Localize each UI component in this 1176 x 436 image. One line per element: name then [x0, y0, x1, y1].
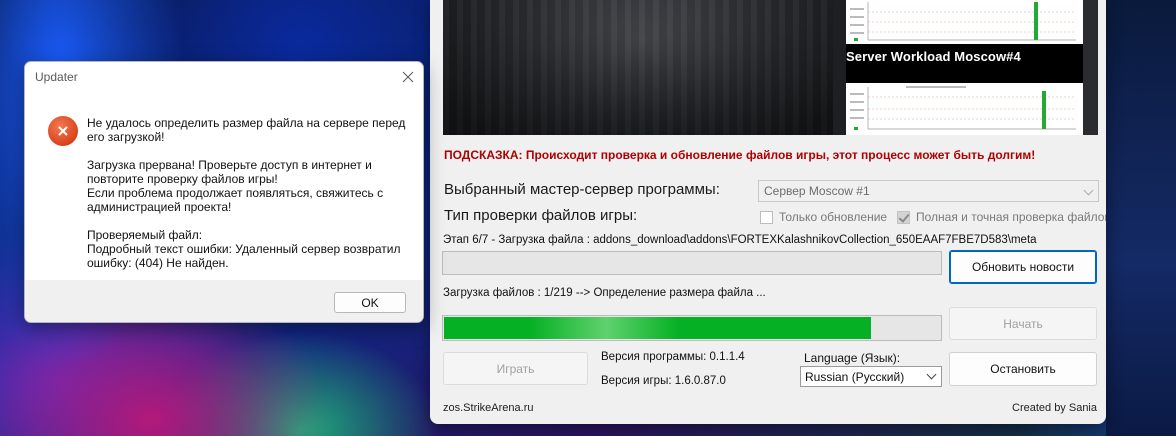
- hint-text: ПОДСКАЗКА: Происходит проверка и обновле…: [444, 148, 1036, 162]
- game-version: Версия игры: 1.6.0.87.0: [601, 375, 726, 387]
- error-icon: [48, 116, 78, 146]
- checkbox-checked-icon: [897, 210, 910, 224]
- language-label: Language (Язык):: [804, 351, 901, 365]
- master-server-label: Выбранный мастер-сервер программы:: [444, 181, 720, 198]
- server-graph-top: [846, 0, 1083, 44]
- only-update-checkbox[interactable]: Только обновление: [760, 210, 887, 224]
- files-progress-text: Загрузка файлов : 1/219 --> Определение …: [443, 287, 766, 299]
- graph-title: Server Workload Moscow#4: [846, 44, 1096, 83]
- news-banner[interactable]: Server Workload Moscow#4: [443, 0, 1098, 135]
- master-server-select[interactable]: Сервер Moscow #1: [758, 180, 1099, 202]
- footer-credit: Created by Sania: [1012, 402, 1097, 414]
- stop-button[interactable]: Остановить: [949, 352, 1097, 386]
- check-type-label: Тип проверки файлов игры:: [444, 207, 638, 224]
- updater-dialog: Updater Не удалось определить размер фай…: [24, 61, 424, 323]
- dialog-title: Updater: [35, 70, 78, 84]
- program-version: Версия программы: 0.1.1.4: [601, 351, 745, 363]
- banner-edge: [1083, 0, 1098, 135]
- full-check-label: Полная и точная проверка файлов: [916, 210, 1106, 224]
- launcher-window: Server Workload Moscow#4 ПОДСКАЗКА: Прои…: [430, 0, 1106, 424]
- checkbox-unchecked-icon: [760, 210, 773, 224]
- error-details: Подробный текст ошибки: Удаленный сервер…: [87, 242, 401, 270]
- master-server-value: Сервер Moscow #1: [764, 184, 870, 198]
- full-check-checkbox[interactable]: Полная и точная проверка файлов: [897, 210, 1106, 224]
- dialog-message: Не удалось определить размер файла на се…: [87, 116, 407, 270]
- checked-file-label: Проверяемый файл:: [87, 228, 203, 242]
- language-select[interactable]: Russian (Русский): [800, 366, 942, 387]
- graph-chart-icon: [850, 86, 1076, 130]
- language-value: Russian (Русский): [805, 370, 905, 384]
- footer-site-link[interactable]: zos.StrikeArena.ru: [443, 402, 533, 414]
- graph-chart-icon: [850, 2, 1076, 41]
- chevron-down-icon: [926, 369, 937, 380]
- message-line-3: Если проблема продолжает появляться, свя…: [87, 186, 384, 214]
- news-progress-bar: [442, 251, 942, 275]
- close-icon: [402, 71, 414, 83]
- ok-button[interactable]: OK: [334, 292, 406, 313]
- banner-shade: [443, 0, 833, 135]
- message-line-1: Не удалось определить размер файла на се…: [87, 116, 406, 144]
- close-button[interactable]: [393, 62, 423, 92]
- chevron-down-icon: [1083, 185, 1094, 196]
- start-button[interactable]: Начать: [949, 307, 1097, 340]
- stage-text: Этап 6/7 - Загрузка файла : addons_downl…: [443, 234, 1037, 246]
- play-button[interactable]: Играть: [443, 352, 588, 385]
- only-update-label: Только обновление: [779, 210, 888, 224]
- download-progress-fill: [444, 317, 871, 339]
- update-news-button[interactable]: Обновить новости: [949, 250, 1097, 284]
- desktop-wallpaper-right: [1106, 0, 1176, 436]
- message-line-2: Загрузка прервана! Проверьте доступ в ин…: [87, 158, 372, 186]
- download-progress-bar: [442, 315, 942, 341]
- server-graph-bottom: [846, 83, 1083, 135]
